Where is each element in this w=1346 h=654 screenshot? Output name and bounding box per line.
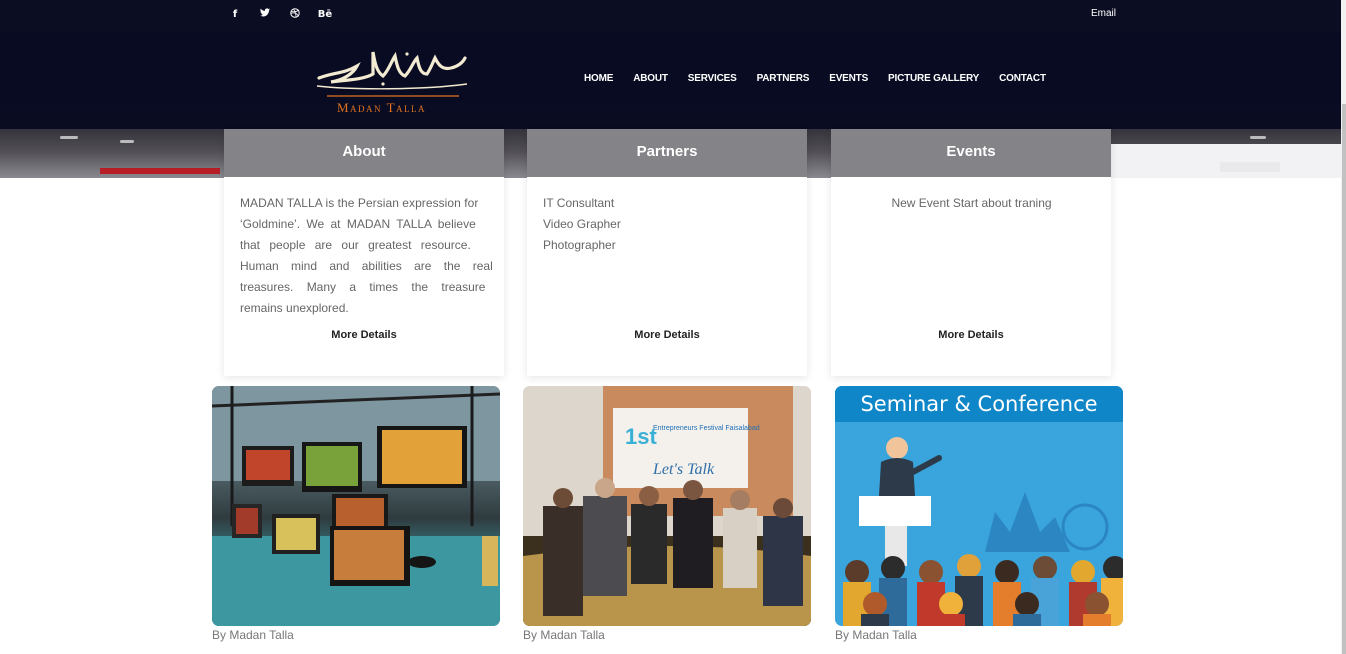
more-details-link[interactable]: More Details (831, 329, 1111, 341)
card-text: MADAN TALLA is the Persian expression fo… (240, 196, 493, 315)
main-nav: HOME ABOUT SERVICES PARTNERS EVENTS PICT… (584, 73, 1066, 84)
nav-item-contact[interactable]: CONTACT (999, 73, 1046, 84)
twitter-icon[interactable] (250, 8, 280, 20)
brand-name: Madan Talla (337, 100, 427, 115)
calligraphy-logo-mark (316, 51, 468, 97)
card-text: New Event Start about traning (891, 196, 1052, 210)
partners-card: Partners IT Consultant Video Grapher Pho… (527, 129, 807, 376)
gallery-caption: By Madan Talla (212, 628, 294, 642)
card-title: Partners (527, 129, 807, 177)
banner-tagline: Let's Talk (652, 461, 715, 478)
more-details-link[interactable]: More Details (224, 329, 504, 341)
top-bar: f Bē Email (0, 0, 1341, 32)
audience-illustration (843, 554, 1123, 626)
gallery-image-seminar[interactable]: Seminar & Conference (835, 386, 1123, 626)
about-card: About MADAN TALLA is the Persian express… (224, 129, 504, 376)
seminar-banner-text: Seminar & Conference (835, 386, 1123, 422)
facebook-icon[interactable]: f (220, 9, 250, 20)
card-title: Events (831, 129, 1111, 177)
email-link[interactable]: Email (1091, 8, 1116, 19)
dribbble-icon[interactable] (280, 7, 310, 21)
nav-item-services[interactable]: SERVICES (688, 73, 737, 84)
banner-number: 1st (625, 424, 657, 449)
nav-item-picture-gallery[interactable]: PICTURE GALLERY (888, 73, 979, 84)
events-card: Events New Event Start about traning Mor… (831, 129, 1111, 376)
gallery-caption: By Madan Talla (523, 628, 605, 642)
nav-item-about[interactable]: ABOUT (633, 73, 668, 84)
card-title: About (224, 129, 504, 177)
more-details-link[interactable]: More Details (527, 329, 807, 341)
behance-icon[interactable]: Bē (310, 9, 340, 20)
banner-title: Entrepreneurs Festival Faisalabad (653, 425, 760, 432)
gallery-image-exhibition[interactable] (212, 386, 500, 626)
social-links: f Bē (220, 0, 340, 28)
gallery-image-panel-talk[interactable]: Entrepreneurs Festival Faisalabad 1st Le… (523, 386, 811, 626)
gallery-caption: By Madan Talla (835, 628, 917, 642)
page-scrollbar-thumb[interactable] (1342, 104, 1346, 654)
card-text: IT Consultant Video Grapher Photographer (543, 196, 621, 252)
nav-item-partners[interactable]: PARTNERS (757, 73, 810, 84)
nav-item-home[interactable]: HOME (584, 73, 613, 84)
nav-item-events[interactable]: EVENTS (829, 73, 868, 84)
